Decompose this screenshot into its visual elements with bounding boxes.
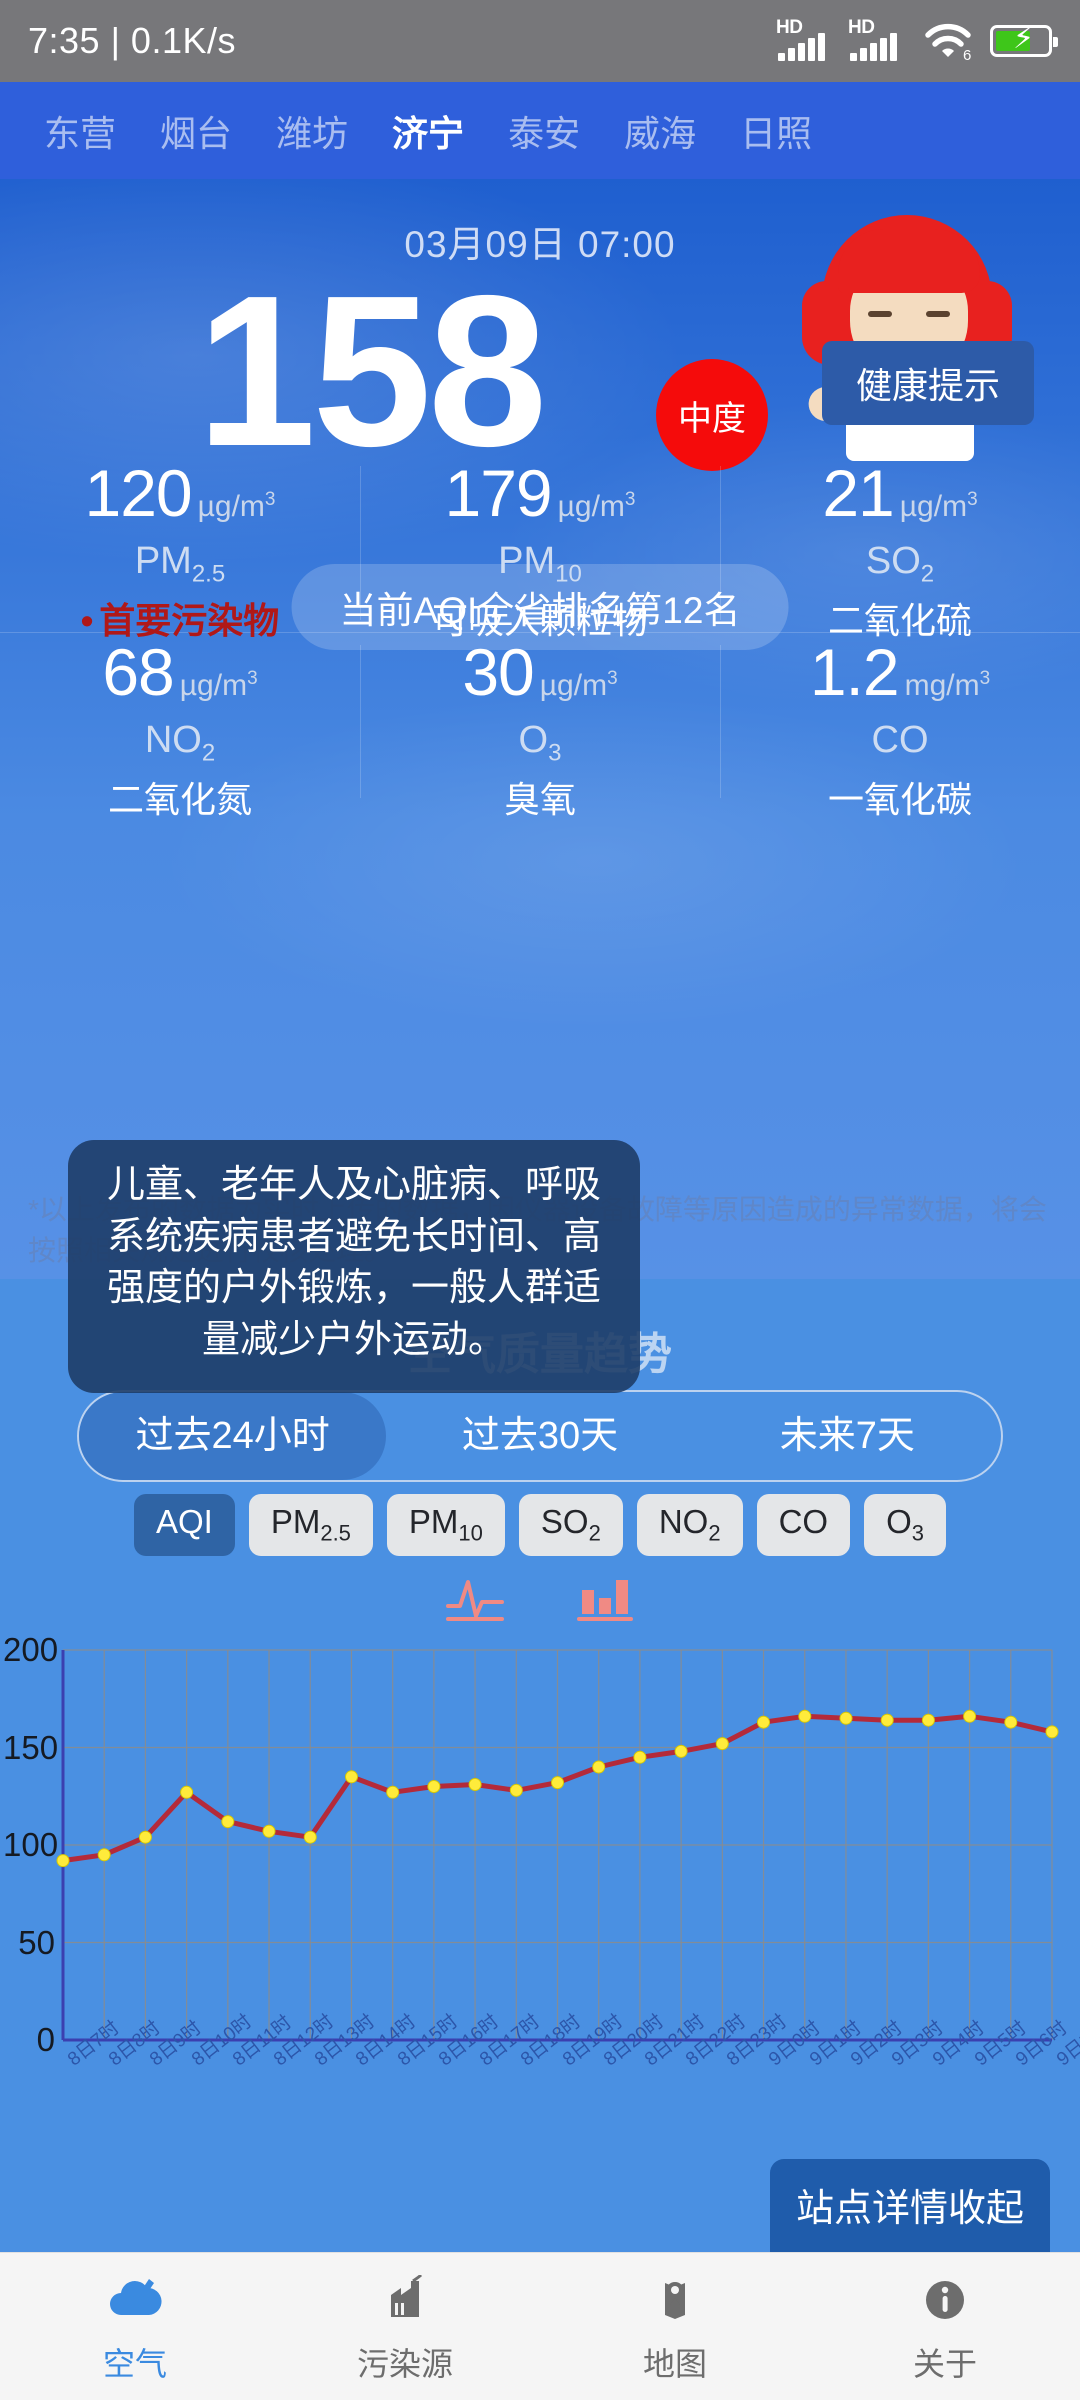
pollutant-cell-no2[interactable]: 68 µg/m3 NO2 二氧化氮 <box>0 633 360 817</box>
svg-text:6: 6 <box>963 47 971 63</box>
status-icons: HD HD 6 ⚡ <box>776 17 1058 64</box>
air-quality-app: 7:35 | 0.1K/s HD HD 6 ⚡ 东营 烟台 潍坊 济宁 泰安 威… <box>0 0 1080 2400</box>
factory-icon <box>270 2269 540 2331</box>
pollutant-value: 68 <box>102 635 174 709</box>
pollutant-value: 179 <box>444 456 553 530</box>
pollutant-cell-co[interactable]: 1.2 mg/m3 CO 一氧化碳 <box>720 633 1080 817</box>
chip-no2[interactable]: NO2 <box>636 1494 743 1556</box>
pollutant-cell-so2[interactable]: 21 µg/m3 SO2 二氧化硫 <box>720 454 1080 638</box>
pollutant-name: CO <box>871 719 929 761</box>
chart-canvas <box>56 1649 1059 2042</box>
tab-past-24-hours[interactable]: 过去24小时 <box>79 1392 387 1480</box>
chip-pm25[interactable]: PM2.5 <box>248 1494 373 1556</box>
tab-past-30-days[interactable]: 过去30天 <box>386 1392 693 1480</box>
wifi6-icon: 6 <box>922 19 974 64</box>
hero-panel: 03月09日 07:00 158 中度 健康提示 当前AQI全省排名第12名 1… <box>0 179 1080 1279</box>
bottom-navigation[interactable]: 空气 污染源 地图 关于 <box>0 2252 1080 2400</box>
pollutant-cell-o3[interactable]: 30 µg/m3 O3 臭氧 <box>360 633 720 817</box>
nav-label: 关于 <box>912 2345 977 2382</box>
nav-item-air[interactable]: 空气 <box>0 2269 270 2385</box>
chip-aqi[interactable]: AQI <box>133 1494 235 1556</box>
city-tab-weihai[interactable]: 威海 <box>602 105 718 157</box>
trend-range-tabs[interactable]: 过去24小时 过去30天 未来7天 <box>77 1390 1003 1482</box>
nav-item-about[interactable]: 关于 <box>810 2269 1080 2385</box>
nav-item-pollution-source[interactable]: 污染源 <box>270 2269 540 2385</box>
pollutant-value: 30 <box>462 635 534 709</box>
pollutant-unit: µg/m3 <box>179 668 258 702</box>
pollutant-row-1: 120µg/m3 PM2.5 首要污染物 179µg/m3 PM10 可吸入颗粒… <box>0 454 1080 638</box>
pollutant-unit: mg/m3 <box>904 668 991 702</box>
health-tip-button[interactable]: 健康提示 <box>821 341 1034 425</box>
health-tip-tooltip[interactable]: 儿童、老年人及心脏病、呼吸系统疾病患者避免长时间、高强度的户外锻炼，一般人群适量… <box>68 1140 640 1393</box>
aqi-value: 158 <box>196 250 548 491</box>
pollutant-name: PM2.5 <box>134 540 226 588</box>
city-tab-weifang[interactable]: 潍坊 <box>254 105 370 157</box>
mascot-illustration <box>788 207 1028 467</box>
nav-label: 空气 <box>102 2345 167 2382</box>
aqi-display: 158 中度 <box>0 250 768 491</box>
station-detail-button[interactable]: 站点详情收起 <box>769 2159 1050 2252</box>
pollutant-name: O3 <box>518 719 562 767</box>
pollutant-unit: µg/m3 <box>539 668 618 702</box>
battery-charging-icon: ⚡ <box>990 24 1058 57</box>
nav-item-map[interactable]: 地图 <box>540 2269 810 2385</box>
pollutant-cell-pm10[interactable]: 179 µg/m3 PM10 可吸入颗粒物 <box>360 454 720 638</box>
chip-o3[interactable]: O3 <box>864 1494 947 1556</box>
city-tab-rizhao[interactable]: 日照 <box>718 105 834 157</box>
info-icon <box>810 2269 1080 2331</box>
nav-label: 污染源 <box>356 2345 453 2382</box>
pollutant-unit: µg/m3 <box>557 489 636 523</box>
pollutant-value: 21 <box>822 456 894 530</box>
status-clock: 7:35 | 0.1K/s <box>28 20 236 61</box>
cloud-icon <box>0 2269 270 2331</box>
pollutant-chip-row[interactable]: AQI PM2.5 PM10 SO2 NO2 CO O3 <box>0 1494 1080 1556</box>
pollutant-name: SO2 <box>865 540 935 588</box>
city-tab-bar[interactable]: 东营 烟台 潍坊 济宁 泰安 威海 日照 <box>0 82 1080 179</box>
pollutant-desc: 二氧化氮 <box>107 778 252 820</box>
pollutant-value: 120 <box>84 456 193 530</box>
pollutant-desc: 臭氧 <box>503 778 576 820</box>
city-tab-yantai[interactable]: 烟台 <box>138 105 254 157</box>
bar-chart-icon[interactable] <box>576 1572 634 1624</box>
chip-pm10[interactable]: PM10 <box>386 1494 505 1556</box>
city-tab-jining[interactable]: 济宁 <box>370 105 486 157</box>
pollutant-name: NO2 <box>144 719 216 767</box>
hd-signal-icon: HD <box>776 17 834 63</box>
aqi-trend-chart[interactable]: 0 50 100 150 200 8日7时 8日8时 8日9时 8日10时 8日11时 8日12时… <box>0 1631 1080 2100</box>
city-tab-taian[interactable]: 泰安 <box>486 105 602 157</box>
pollutant-name: PM10 <box>498 540 582 588</box>
nav-label: 地图 <box>642 2345 707 2382</box>
city-tab-dongying[interactable]: 东营 <box>22 105 138 157</box>
chart-type-toggles[interactable] <box>0 1572 1080 1624</box>
line-chart-icon[interactable] <box>446 1572 504 1624</box>
pollutant-row-2: 68 µg/m3 NO2 二氧化氮 30 µg/m3 O3 臭氧 1.2 mg/m3 … <box>0 632 1080 817</box>
hd-signal-icon: HD <box>848 17 906 63</box>
pollutant-unit: µg/m3 <box>899 489 978 523</box>
status-bar: 7:35 | 0.1K/s HD HD 6 ⚡ <box>0 0 1080 82</box>
pollutant-desc: 一氧化碳 <box>827 778 972 820</box>
chip-so2[interactable]: SO2 <box>518 1494 623 1556</box>
pollutant-unit: µg/m3 <box>197 489 276 523</box>
chip-co[interactable]: CO <box>756 1494 851 1556</box>
tab-next-7-days[interactable]: 未来7天 <box>694 1392 1001 1480</box>
pollutant-grid: 120µg/m3 PM2.5 首要污染物 179µg/m3 PM10 可吸入颗粒… <box>0 454 1080 817</box>
pollutant-value: 1.2 <box>809 635 900 709</box>
map-pin-icon <box>540 2269 810 2331</box>
pollutant-cell-pm25[interactable]: 120µg/m3 PM2.5 首要污染物 <box>0 454 360 638</box>
